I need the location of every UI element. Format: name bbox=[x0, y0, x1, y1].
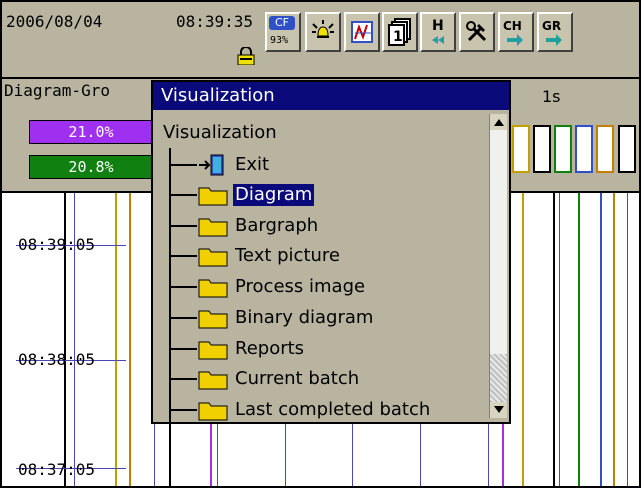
time-label: 08:37:05 bbox=[18, 460, 96, 479]
channel2-value: 20.8% bbox=[29, 155, 153, 179]
arrow-down-icon bbox=[493, 406, 504, 413]
time-display: 08:39:35 bbox=[176, 12, 254, 31]
time-label: 08:39:05 bbox=[18, 235, 96, 254]
menu-item-label: Text picture bbox=[235, 245, 340, 266]
trace-line bbox=[553, 193, 555, 486]
channel1-value: 21.0% bbox=[29, 120, 153, 144]
menu-item-process-image[interactable]: Process image bbox=[169, 274, 367, 300]
folder-icon bbox=[198, 402, 228, 421]
history-button[interactable]: H bbox=[420, 12, 456, 52]
recorder-screen: 2006/08/04 08:39:35 CF 93% 1 H CH GR Dia… bbox=[0, 0, 641, 488]
menu-item-exit[interactable]: Exit bbox=[169, 152, 271, 178]
menu-item-current-batch[interactable]: Current batch bbox=[169, 366, 361, 392]
menu-item-label: Exit bbox=[235, 154, 270, 175]
folder-icon bbox=[198, 371, 228, 390]
folder-icon bbox=[198, 218, 228, 237]
menu-item-last-completed-batch[interactable]: Last completed batch bbox=[169, 397, 432, 423]
menu-item-text-picture[interactable]: Text picture bbox=[169, 243, 342, 269]
history-rewind-icon: H bbox=[432, 18, 444, 44]
group-arrow-icon: GR bbox=[542, 19, 562, 46]
group-title: Diagram-Gro bbox=[4, 81, 110, 100]
cf-percent: 93% bbox=[270, 35, 289, 46]
trace-line bbox=[578, 193, 580, 486]
scroll-thumb[interactable] bbox=[490, 354, 507, 402]
menu-item-bargraph[interactable]: Bargraph bbox=[169, 213, 320, 239]
channel-flag bbox=[575, 125, 593, 173]
channel-arrow-icon: CH bbox=[503, 19, 523, 46]
diagram-display-icon bbox=[351, 21, 373, 43]
folder-icon bbox=[198, 187, 228, 206]
diagram-display-button[interactable] bbox=[344, 12, 380, 52]
menu-item-diagram[interactable]: Diagram bbox=[169, 182, 315, 208]
svg-text:1: 1 bbox=[393, 29, 403, 45]
trace-line bbox=[129, 193, 131, 486]
folder-icon bbox=[198, 341, 228, 360]
page-layers-icon: 1 bbox=[388, 18, 411, 46]
menu-item-reports[interactable]: Reports bbox=[169, 336, 306, 362]
channel-flag bbox=[554, 125, 572, 173]
setup-button[interactable] bbox=[459, 12, 495, 52]
menu-item-label: Last completed batch bbox=[235, 399, 431, 420]
menu-title: Visualization bbox=[153, 82, 509, 110]
menu-item-label: Bargraph bbox=[235, 215, 319, 236]
menu-item-label: Process image bbox=[235, 276, 366, 297]
menu-root-label: Visualization bbox=[163, 122, 277, 143]
cf-card-button[interactable]: CF 93% bbox=[265, 12, 301, 52]
lock-icon bbox=[236, 46, 256, 69]
svg-text:H: H bbox=[432, 18, 444, 34]
menu-item-label: Reports bbox=[235, 338, 305, 359]
folder-icon bbox=[198, 279, 228, 298]
grid-line bbox=[627, 193, 628, 486]
channel-flag bbox=[618, 125, 636, 173]
folder-icon bbox=[198, 248, 228, 267]
svg-text:GR: GR bbox=[542, 19, 561, 33]
grid-line bbox=[559, 193, 560, 486]
alarm-bell-icon bbox=[312, 20, 334, 38]
scroll-down-button[interactable] bbox=[490, 402, 507, 418]
scroll-up-button[interactable] bbox=[490, 114, 507, 130]
tools-icon bbox=[466, 21, 487, 42]
menu-item-label: Current batch bbox=[235, 368, 360, 389]
exit-door-icon bbox=[199, 154, 224, 176]
svg-text:CH: CH bbox=[503, 19, 522, 33]
menu-item-binary-diagram[interactable]: Binary diagram bbox=[169, 305, 375, 331]
status-toolbar: 2006/08/04 08:39:35 CF 93% 1 H CH GR bbox=[2, 2, 639, 79]
channel-flag bbox=[512, 125, 530, 173]
time-label: 08:38:05 bbox=[18, 350, 96, 369]
channel-flag bbox=[596, 125, 614, 173]
group-button[interactable]: GR bbox=[537, 12, 573, 52]
trace-line bbox=[600, 193, 602, 486]
sample-period: 1s bbox=[542, 87, 561, 106]
folder-icon bbox=[198, 310, 228, 329]
channel-flag bbox=[533, 125, 551, 173]
date-display: 2006/08/04 bbox=[6, 12, 103, 31]
menu-scrollbar[interactable] bbox=[489, 114, 507, 418]
trace-line bbox=[522, 193, 524, 486]
page-select-button[interactable]: 1 bbox=[382, 12, 418, 52]
alarm-button[interactable] bbox=[305, 12, 341, 52]
arrow-up-icon bbox=[493, 119, 504, 126]
trace-line bbox=[115, 193, 117, 486]
visualization-menu: Visualization Visualization Exit Diagram bbox=[151, 80, 511, 486]
menu-item-label: Binary diagram bbox=[235, 307, 374, 328]
cf-card-icon: CF bbox=[269, 16, 295, 30]
channel-button[interactable]: CH bbox=[498, 12, 534, 52]
menu-item-label: Diagram bbox=[233, 184, 315, 206]
trace-line bbox=[613, 193, 615, 486]
